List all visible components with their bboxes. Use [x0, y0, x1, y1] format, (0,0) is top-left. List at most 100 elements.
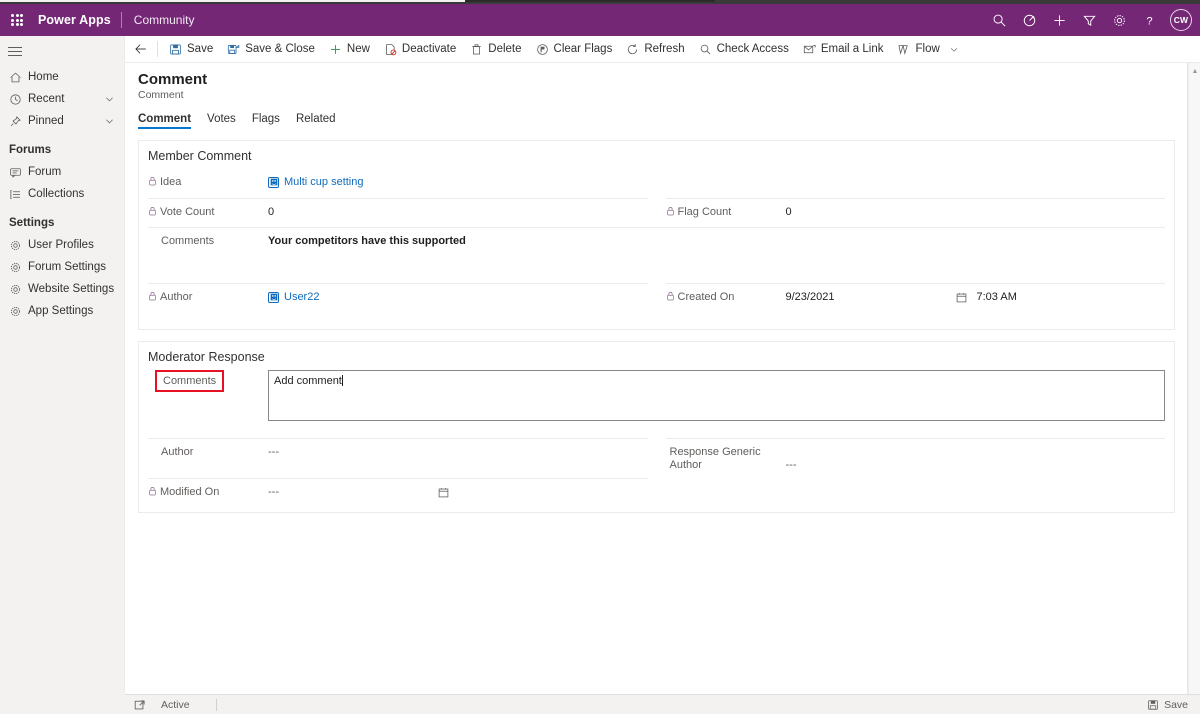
command-bar: Save Save & Close New Deactivate Delete … — [125, 36, 1200, 63]
response-comments-value: Add comment — [274, 375, 342, 387]
sidebar-item-collections[interactable]: Collections — [0, 183, 124, 205]
avatar[interactable]: CW — [1170, 9, 1192, 31]
response-generic-author-value: --- — [785, 459, 797, 471]
plus-icon — [329, 43, 342, 56]
field-label-text: Author — [161, 446, 194, 458]
command-label: Deactivate — [401, 43, 457, 55]
popout-icon[interactable] — [125, 699, 155, 711]
svg-text:?: ? — [1146, 15, 1152, 27]
clear-flags-icon — [536, 43, 549, 56]
sidebar-group-settings: Settings — [9, 217, 55, 229]
refresh-button[interactable]: Refresh — [619, 36, 691, 62]
created-on-date: 9/23/2021 — [785, 291, 835, 303]
field-label-cell: Comments — [148, 370, 268, 392]
filter-icon[interactable] — [1074, 4, 1104, 36]
brand-title[interactable]: Power Apps — [34, 13, 121, 27]
form-column-left: Author User22 — [139, 283, 657, 312]
sidebar-item-pinned[interactable]: Pinned — [0, 110, 124, 132]
save-close-icon — [227, 43, 240, 56]
email-a-link-button[interactable]: Email a Link — [796, 36, 891, 62]
tab-flags[interactable]: Flags — [252, 113, 280, 129]
sidebar-item-forum[interactable]: Forum — [0, 161, 124, 183]
field-response-author[interactable]: Author --- — [148, 438, 648, 467]
save-icon — [169, 43, 182, 56]
delete-button[interactable]: Delete — [463, 36, 528, 62]
field-label-text: Idea — [160, 176, 182, 188]
new-button[interactable]: New — [322, 36, 377, 62]
form-column-left: Modified On --- — [139, 478, 657, 507]
sidebar-item-label: User Profiles — [28, 239, 94, 251]
field-value[interactable]: Multi cup setting — [268, 175, 648, 189]
home-icon — [9, 71, 28, 84]
save-and-close-button[interactable]: Save & Close — [220, 36, 322, 62]
idea-lookup-link[interactable]: Multi cup setting — [284, 175, 363, 189]
sidebar-item-recent[interactable]: Recent — [0, 88, 124, 110]
form-column-left: Vote Count 0 — [139, 198, 657, 227]
sidebar-item-app-settings[interactable]: App Settings — [0, 300, 124, 322]
gear-icon — [9, 239, 28, 252]
help-icon[interactable]: ? — [1134, 4, 1164, 36]
sidebar-item-label: Website Settings — [28, 283, 115, 295]
field-idea[interactable]: Idea Multi cup setting — [148, 169, 648, 198]
flow-button[interactable]: Flow — [890, 36, 965, 62]
lookup-record-icon — [268, 176, 279, 188]
page-scrollbar[interactable]: ▲ — [1188, 63, 1200, 694]
sidebar-item-website-settings[interactable]: Website Settings — [0, 278, 124, 300]
command-label: Email a Link — [820, 43, 884, 55]
check-access-button[interactable]: Check Access — [692, 36, 796, 62]
author-lookup-link[interactable]: User22 — [284, 290, 319, 304]
form-content: Comment Comment Comment Votes Flags Rela… — [125, 63, 1188, 694]
member-comments-value: Your competitors have this supported — [268, 235, 466, 247]
form-column-right — [657, 478, 1175, 507]
tab-comment[interactable]: Comment — [138, 113, 192, 129]
record-state: Active — [161, 698, 190, 711]
scroll-up-arrow[interactable]: ▲ — [1189, 65, 1200, 77]
statusbar-save-button[interactable]: Save — [1147, 699, 1200, 711]
sidebar-item-user-profiles[interactable]: User Profiles — [0, 234, 124, 256]
page-subtitle: Comment — [138, 89, 184, 101]
target-icon[interactable] — [1014, 4, 1044, 36]
form-row-member-comments: Comments Your competitors have this supp… — [139, 227, 1174, 283]
app-launcher-button[interactable] — [0, 4, 34, 36]
field-author[interactable]: Author User22 — [148, 283, 648, 312]
clear-flags-button[interactable]: Clear Flags — [529, 36, 620, 62]
command-label: Check Access — [716, 43, 789, 55]
page-title: Comment — [138, 71, 208, 88]
command-label: Flow — [915, 43, 940, 55]
calendar-icon — [438, 487, 449, 498]
section-title: Member Comment — [148, 149, 252, 163]
browser-tab-active — [0, 0, 465, 2]
field-label-text: Modified On — [160, 486, 220, 498]
text-caret — [341, 375, 343, 386]
gear-icon[interactable] — [1104, 4, 1134, 36]
field-label: Response Generic Author — [666, 445, 786, 472]
tab-related[interactable]: Related — [296, 113, 336, 129]
statusbar-divider — [215, 698, 217, 711]
tab-votes[interactable]: Votes — [207, 113, 236, 129]
command-label: Save — [187, 43, 214, 55]
sitemap-toggle-button[interactable] — [0, 36, 125, 66]
waffle-icon — [11, 14, 23, 26]
field-response-generic-author[interactable]: Response Generic Author --- — [665, 438, 1165, 478]
back-button[interactable] — [129, 36, 153, 62]
collections-icon — [9, 188, 28, 201]
field-value[interactable]: User22 — [268, 290, 648, 304]
sidebar-item-label: Pinned — [28, 115, 64, 127]
field-member-comments: Comments Your competitors have this supp… — [148, 227, 1165, 283]
environment-name[interactable]: Community — [122, 13, 195, 27]
deactivate-button[interactable]: Deactivate — [377, 36, 463, 62]
form-row-modified-on: Modified On --- — [139, 478, 1174, 507]
chevron-down-icon[interactable] — [104, 94, 115, 107]
sidebar-item-label: Forum — [28, 166, 62, 178]
field-flag-count: Flag Count 0 — [665, 198, 1165, 227]
chevron-down-icon[interactable] — [104, 116, 115, 129]
search-icon[interactable] — [984, 4, 1014, 36]
chevron-down-icon[interactable] — [949, 45, 959, 54]
response-comments-input[interactable]: Add comment — [268, 370, 1165, 421]
sidebar-item-forum-settings[interactable]: Forum Settings — [0, 256, 124, 278]
save-button[interactable]: Save — [162, 36, 220, 62]
plus-icon[interactable] — [1044, 4, 1074, 36]
section-moderator-response: Moderator Response Comments Add comment — [138, 341, 1175, 513]
sidebar-item-home[interactable]: Home — [0, 66, 124, 88]
pin-icon — [9, 115, 28, 128]
